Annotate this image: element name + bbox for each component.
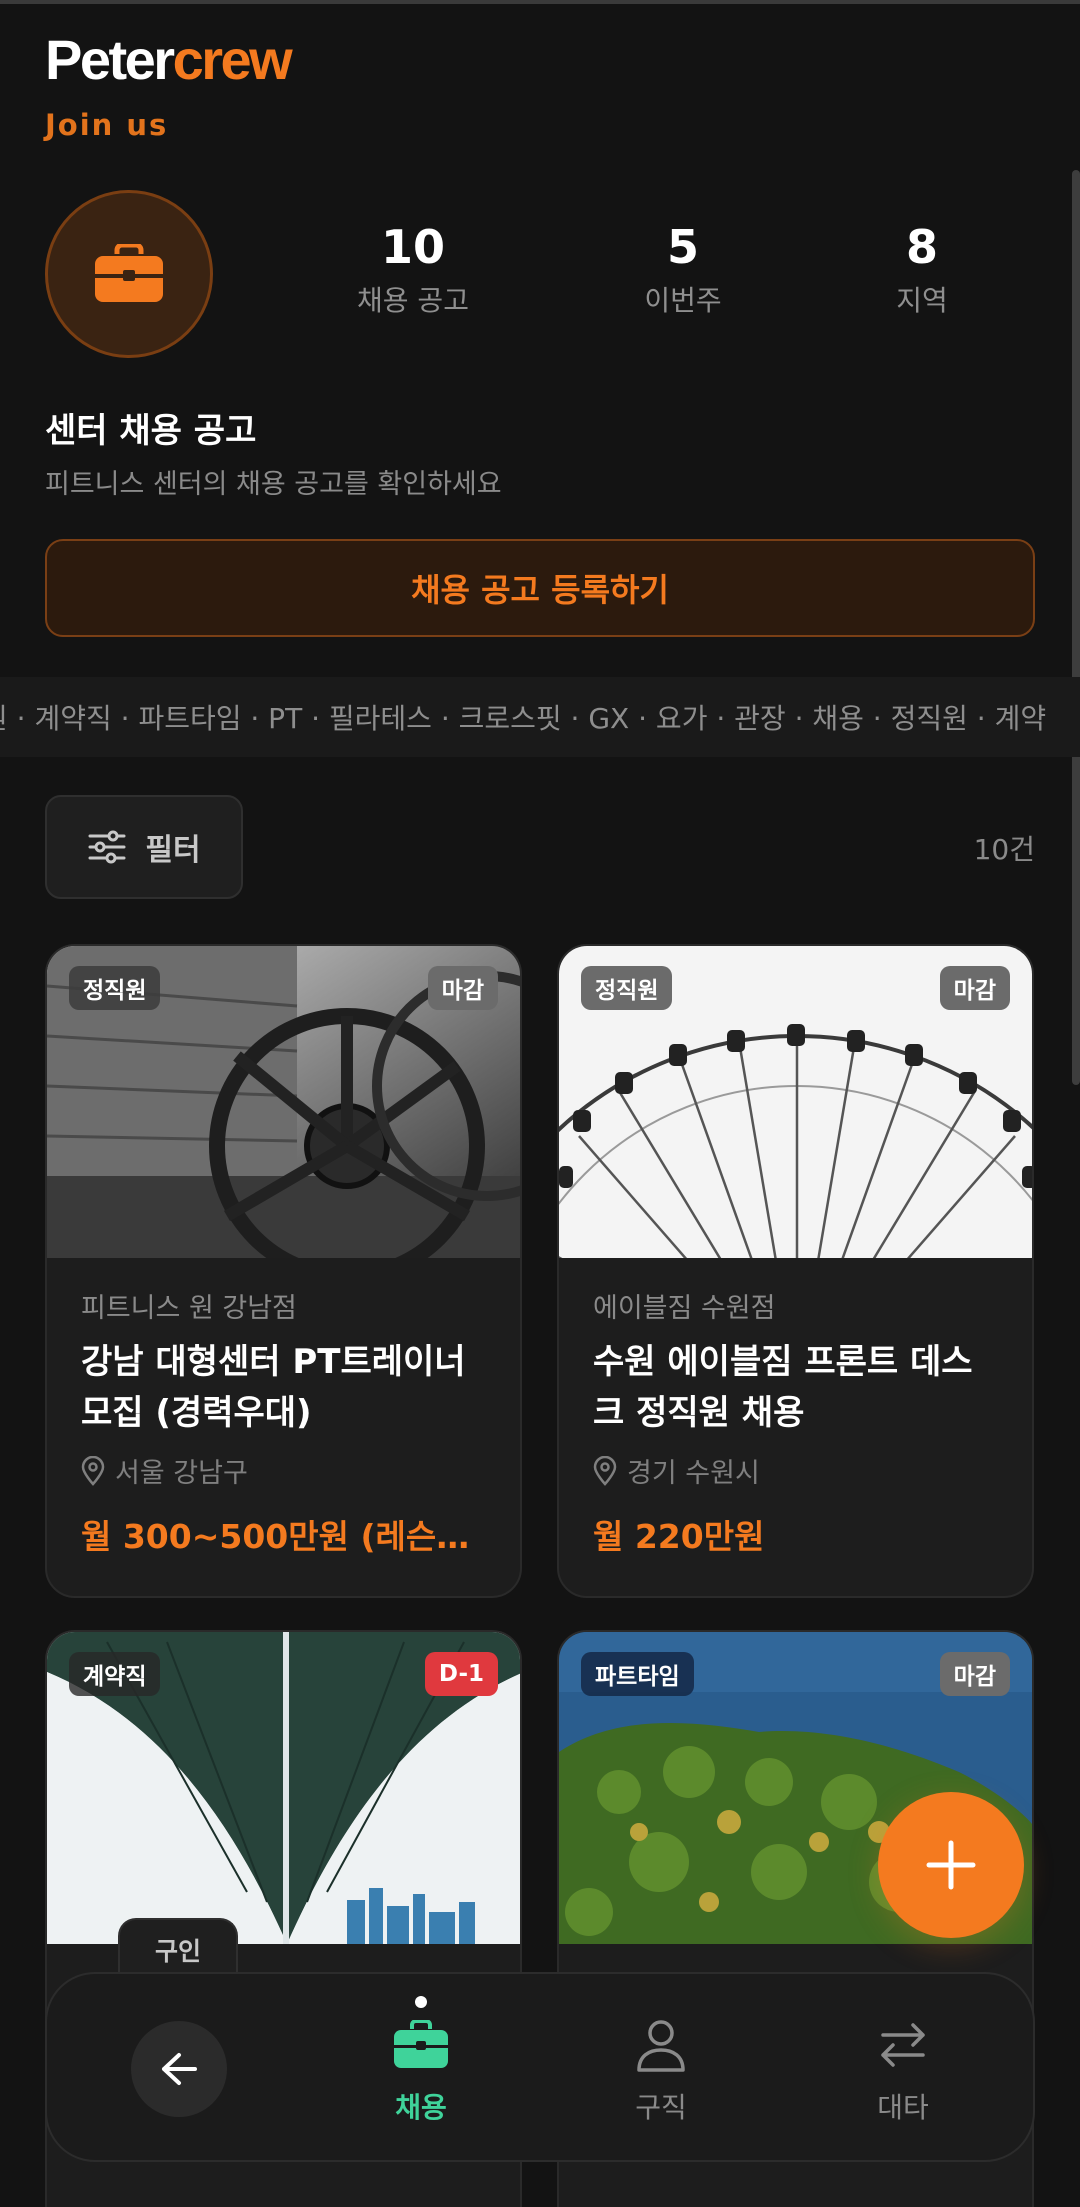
- job-image: 정직원 마감: [559, 946, 1032, 1258]
- center-name: 에이블짐 수원점: [593, 1293, 776, 1324]
- filter-label: 필터: [145, 833, 201, 868]
- filter-button[interactable]: 필터: [45, 795, 243, 899]
- location-text: 경기 수원시: [627, 1458, 760, 1489]
- briefcase-icon: [95, 244, 163, 302]
- location-pin-icon: [81, 1455, 105, 1486]
- status-badge: 마감: [939, 966, 1010, 1010]
- app-logo: Petercrew: [45, 28, 293, 91]
- nav-item-jobs[interactable]: 채용: [341, 2014, 501, 2126]
- center-avatar: [45, 190, 213, 358]
- stat-value: 10: [380, 220, 445, 274]
- status-badge: 마감: [427, 966, 498, 1010]
- section-title: 센터 채용 공고: [45, 411, 257, 451]
- job-type-badge: 정직원: [69, 966, 161, 1010]
- job-image: 계약직 D-1: [47, 1632, 520, 1944]
- result-count: 10건: [973, 833, 1035, 866]
- plus-icon: [926, 1840, 976, 1890]
- job-location: 서울 강남구: [81, 1451, 486, 1490]
- mode-tab-hiring[interactable]: 구인: [118, 1918, 238, 1980]
- job-type-badge: 파트타임: [581, 1652, 694, 1696]
- nav-label: 대타: [877, 2091, 929, 2124]
- back-button[interactable]: [131, 2021, 227, 2117]
- job-location: 경기 수원시: [593, 1451, 998, 1490]
- job-title: 강남 대형센터 PT트레이너 모집 (경력우대): [81, 1342, 466, 1433]
- register-job-button[interactable]: 채용 공고 등록하기: [45, 539, 1035, 637]
- salary: 월 300~500만원 (레슨비 별도): [81, 1517, 486, 1556]
- stat-label: 채용 공고: [357, 283, 469, 317]
- salary: 월 220만원: [593, 1517, 765, 1556]
- status-badge: 마감: [939, 1652, 1010, 1696]
- person-icon: [637, 2020, 685, 2072]
- nav-label: 구직: [635, 2091, 687, 2124]
- job-card[interactable]: 정직원 마감 피트니스 원 강남점 강남 대형센터 PT트레이너 모집 (경력우…: [45, 944, 522, 1598]
- job-card[interactable]: 정직원 마감 에이블짐 수원점 수원 에이블짐 프론트 데스크 정직원 채용 경…: [557, 944, 1034, 1598]
- sliders-icon: [88, 830, 126, 864]
- swap-icon: [881, 2023, 925, 2067]
- tagline: Join us: [45, 108, 169, 142]
- status-badge: D-1: [424, 1652, 498, 1696]
- job-image: 정직원 마감: [47, 946, 520, 1258]
- stat-value: 8: [905, 220, 938, 274]
- top-border: [0, 0, 1080, 4]
- center-name: 피트니스 원 강남점: [81, 1293, 297, 1324]
- job-title: 수원 에이블짐 프론트 데스크 정직원 채용: [593, 1342, 973, 1433]
- marquee-text: 원 · 계약직 · 파트타임 · PT · 필라테스 · 크로스핏 · GX ·…: [0, 702, 1047, 735]
- location-text: 서울 강남구: [115, 1458, 248, 1489]
- briefcase-icon: [394, 2020, 448, 2068]
- scrollbar[interactable]: [1072, 170, 1080, 1085]
- arrow-left-icon: [162, 2053, 197, 2085]
- nav-item-substitute[interactable]: 대타: [823, 2014, 983, 2126]
- job-type-badge: 계약직: [69, 1652, 161, 1696]
- section-subtitle: 피트니스 센터의 채용 공고를 확인하세요: [45, 469, 502, 500]
- active-indicator-dot: [415, 1996, 427, 2008]
- location-pin-icon: [593, 1455, 617, 1486]
- stat-label: 이번주: [644, 283, 722, 317]
- stat-regions: 8 지역: [822, 222, 1022, 319]
- stat-this-week: 5 이번주: [583, 222, 783, 319]
- category-marquee: 원 · 계약직 · 파트타임 · PT · 필라테스 · 크로스핏 · GX ·…: [0, 677, 1080, 757]
- nav-item-job-seeking[interactable]: 구직: [581, 2014, 741, 2126]
- job-type-badge: 정직원: [581, 966, 673, 1010]
- nav-label: 채용: [395, 2091, 447, 2124]
- add-job-fab[interactable]: [878, 1792, 1024, 1938]
- bottom-nav: 채용 구직 대타: [45, 1972, 1035, 2162]
- stat-jobs: 10 채용 공고: [313, 222, 513, 319]
- stat-value: 5: [666, 220, 699, 274]
- stat-label: 지역: [896, 283, 948, 317]
